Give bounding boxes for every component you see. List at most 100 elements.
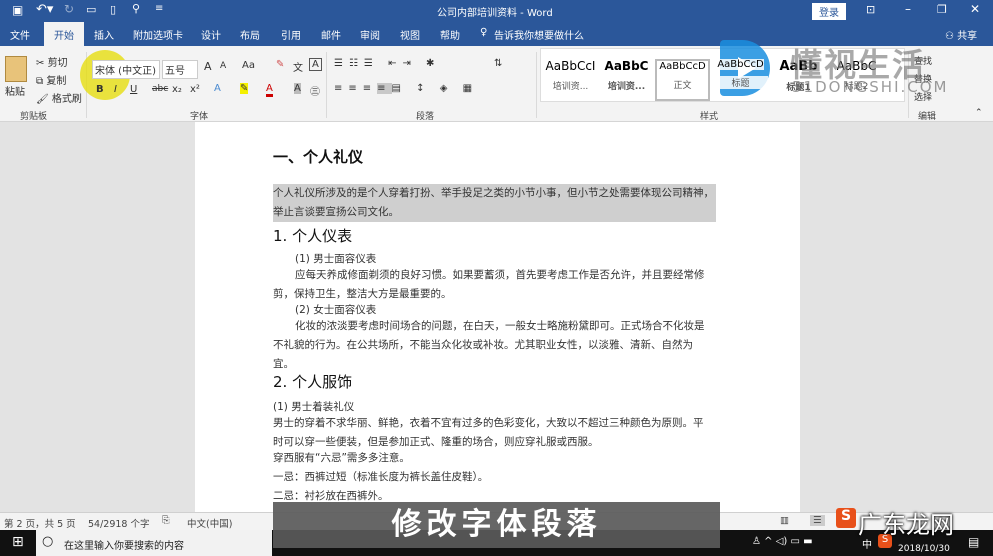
style-preview: AaBbCcD: [717, 59, 764, 70]
highlight-icon[interactable]: ✎: [240, 83, 249, 94]
minimize-button[interactable]: –: [905, 2, 911, 16]
tab-layout[interactable]: 布局: [240, 27, 260, 42]
sogou-logo-icon: S: [836, 508, 856, 528]
change-case-button[interactable]: Aa: [242, 60, 255, 71]
print-layout-icon[interactable]: ☰: [810, 515, 825, 526]
style-name: 培训资...: [552, 82, 589, 92]
page-count[interactable]: 第 2 页，共 5 页: [4, 516, 76, 530]
styles-group-label: 样式: [700, 112, 719, 122]
clock-date[interactable]: 2018/10/30: [898, 544, 950, 554]
heading-1: 一、个人礼仪: [273, 148, 364, 166]
font-group-label: 字体: [190, 112, 209, 122]
align-buttons[interactable]: ≡≡≡≡▤ ↕ ◈ ▦: [334, 83, 478, 94]
tray-icons[interactable]: ♙ ^ ◁) ▭ ▬: [752, 536, 813, 547]
font-name-select[interactable]: 宋体 (中文正): [92, 60, 160, 79]
style-preview: AaBbCcD: [659, 61, 706, 72]
collapse-ribbon-icon[interactable]: ⌃: [975, 108, 983, 118]
list-buttons[interactable]: ☰☷☰ ⇤⇥ ✱: [334, 58, 440, 69]
customize-icon[interactable]: ≡: [155, 3, 163, 14]
style-item[interactable]: AaBbC 培训资...: [599, 59, 654, 101]
format-painter-button[interactable]: 🖌 格式刷: [36, 90, 82, 105]
style-preview: AaBbCcI: [545, 59, 596, 73]
clipboard-group-label: 剪贴板: [20, 112, 48, 122]
sort-icon[interactable]: ⇅: [494, 58, 502, 69]
style-name: 培训资...: [607, 82, 646, 92]
cut-button[interactable]: ✂ 剪切: [36, 54, 68, 69]
word-count[interactable]: 54/2918 个字: [88, 516, 150, 530]
clear-format-icon[interactable]: ✎: [276, 59, 284, 70]
char-border-icon[interactable]: A: [309, 58, 322, 71]
close-button[interactable]: ✕: [970, 2, 980, 16]
undo-icon[interactable]: ↶▾: [36, 2, 53, 17]
paragraph-group-label: 段落: [416, 112, 435, 122]
taskbar-search[interactable]: ○ 在这里输入你要搜索的内容: [36, 530, 272, 556]
cortana-icon: ○: [42, 534, 54, 549]
style-item-normal[interactable]: AaBbCcD 正文: [655, 59, 710, 101]
format-painter-label: 格式刷: [51, 94, 82, 105]
tab-mailings[interactable]: 邮件: [321, 27, 341, 42]
tab-file[interactable]: 文件: [10, 27, 30, 42]
language[interactable]: 中文(中国): [187, 516, 232, 530]
tab-view[interactable]: 视图: [400, 27, 420, 42]
tell-me-box[interactable]: 告诉我你想要做什么: [494, 27, 584, 42]
paragraph: 化妆的浓淡要考虑时间场合的问题，在白天，一般女士略施粉黛即可。正式场合不化妆是不…: [273, 320, 705, 370]
shrink-font-button[interactable]: A: [220, 61, 226, 71]
subscript-button[interactable]: x₂: [172, 84, 182, 95]
notification-icon[interactable]: ▤: [968, 535, 979, 549]
heading-1-2: 2. 个人服饰: [273, 373, 353, 391]
open-icon[interactable]: ▭: [86, 3, 96, 16]
copy-button[interactable]: ⧉ 复制: [36, 72, 66, 87]
paste-button[interactable]: 粘贴: [5, 83, 25, 98]
text-effects-icon[interactable]: A: [214, 83, 221, 94]
title-bar: ▣ ↶▾ ↻ ▭ ▯ ⚲ ≡ 公司内部培训资料 - Word 登录 ⊡ – ❐ …: [0, 0, 993, 22]
search-icon[interactable]: ⚲: [132, 2, 140, 15]
tell-me-icon[interactable]: ♀: [480, 27, 487, 38]
video-subtitle: 修改字体段落: [273, 502, 720, 548]
strikethrough-button[interactable]: abc: [152, 84, 168, 94]
enclose-char-icon[interactable]: ㊂: [310, 83, 320, 98]
heading-1-1: 1. 个人仪表: [273, 227, 353, 245]
font-color-icon[interactable]: A: [266, 83, 273, 97]
site-watermark: 广东龙网: [858, 511, 954, 539]
paste-icon[interactable]: [5, 56, 27, 82]
restore-button[interactable]: ❐: [937, 3, 947, 16]
window-title: 公司内部培训资料 - Word: [437, 8, 553, 19]
tab-insert[interactable]: 插入: [94, 27, 114, 42]
style-item[interactable]: AaBbCcD 标题: [713, 59, 768, 101]
document-page[interactable]: 一、个人礼仪 个人礼仪所涉及的是个人穿着打扮、举手投足之类的小节小事，但小节之处…: [195, 122, 800, 512]
font-size-select[interactable]: 五号: [162, 60, 198, 79]
phonetic-icon[interactable]: 文: [293, 59, 303, 74]
char-shading-icon[interactable]: A: [294, 83, 301, 94]
italic-button[interactable]: I: [114, 84, 117, 95]
read-mode-icon[interactable]: ▥: [780, 515, 789, 526]
windows-start-icon[interactable]: ⊞: [12, 534, 24, 550]
superscript-button[interactable]: x²: [190, 84, 200, 95]
proofing-icon[interactable]: ⎘: [162, 515, 170, 526]
tab-review[interactable]: 审阅: [360, 27, 380, 42]
bold-button[interactable]: B: [96, 84, 104, 95]
paragraph: 穿西服有“六忌”需多多注意。: [273, 452, 410, 464]
search-placeholder: 在这里输入你要搜索的内容: [64, 541, 184, 552]
tab-addins[interactable]: 附加选项卡: [133, 27, 183, 42]
new-icon[interactable]: ▯: [110, 3, 116, 16]
paragraph: 一忌：西裤过短（标准长度为裤长盖住皮鞋）。: [273, 471, 489, 483]
signin-button[interactable]: 登录: [812, 3, 846, 20]
underline-button[interactable]: U: [130, 84, 137, 95]
tab-design[interactable]: 设计: [201, 27, 221, 42]
style-item[interactable]: AaBbCcI 培训资...: [543, 59, 598, 101]
paragraph: 男士的穿着不求华丽、鲜艳，衣着不宜有过多的色彩变化，大致以不超过三种颜色为原则。…: [273, 417, 704, 448]
redo-icon[interactable]: ↻: [64, 2, 74, 16]
grow-font-button[interactable]: A: [204, 60, 212, 73]
save-icon[interactable]: ▣: [12, 3, 23, 17]
style-preview: AaBbC: [604, 59, 649, 73]
paragraph: 应每天养成修面剃须的良好习惯。如果要蓄须，首先要考虑工作是否允许，并且要经常修剪…: [273, 269, 705, 300]
editing-group-label: 编辑: [918, 112, 937, 122]
tab-help[interactable]: 帮助: [440, 27, 460, 42]
style-name: 正文: [673, 81, 692, 91]
tab-home[interactable]: 开始: [44, 22, 84, 46]
tab-references[interactable]: 引用: [281, 27, 301, 42]
watermark-url: 51DONGSHI.COM: [792, 78, 949, 96]
ribbon-display-icon[interactable]: ⊡: [866, 3, 875, 16]
cut-label: 剪切: [47, 58, 68, 69]
style-name: 标题: [713, 76, 768, 89]
